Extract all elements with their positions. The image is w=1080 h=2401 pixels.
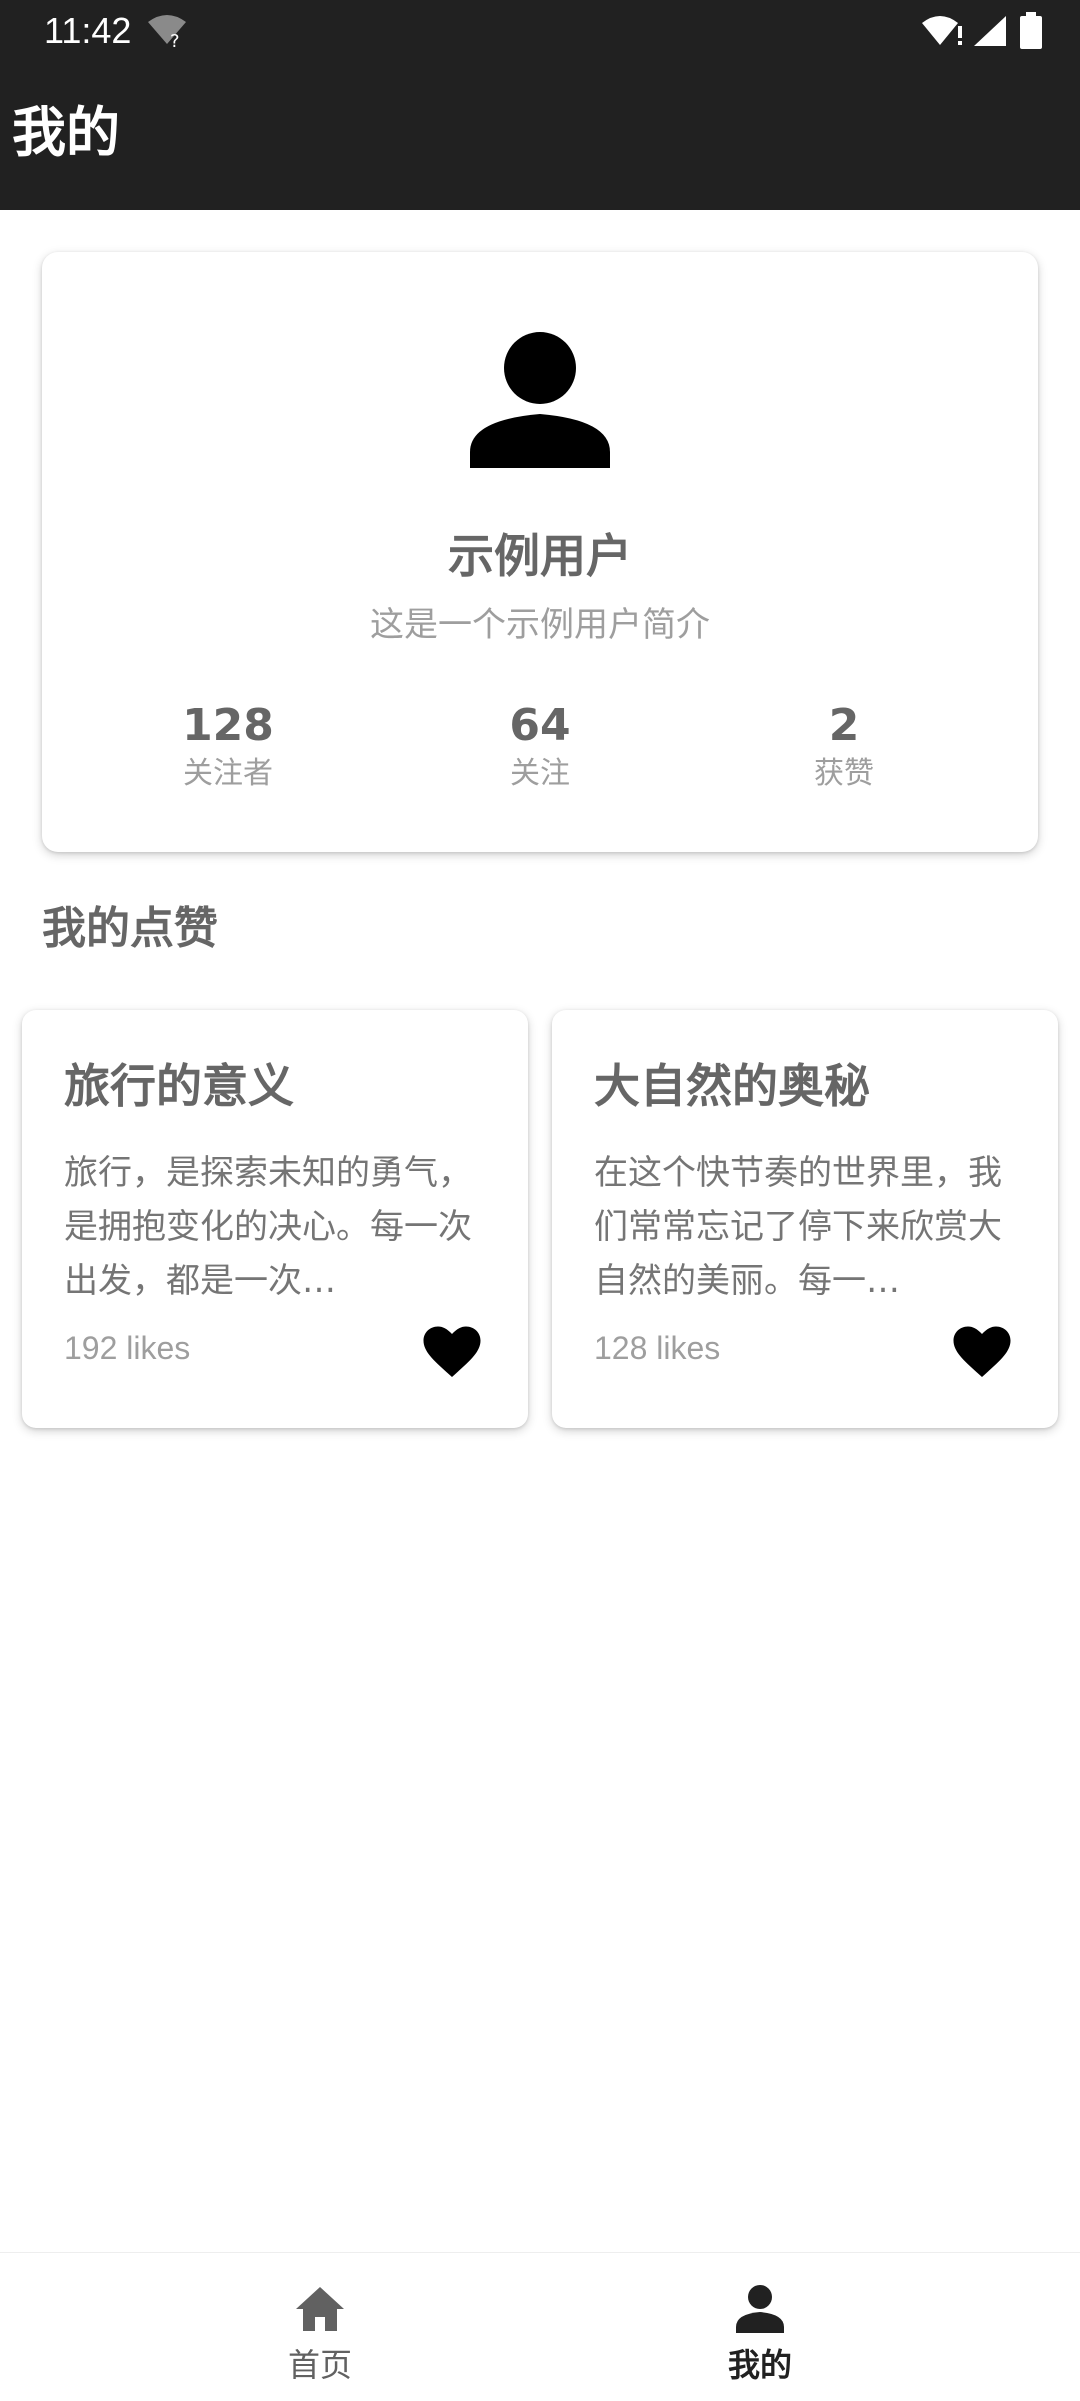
like-button[interactable] bbox=[420, 1320, 484, 1384]
heart-icon bbox=[953, 1326, 1011, 1377]
profile-stats: 128 关注者 64 关注 2 获赞 bbox=[42, 700, 1038, 810]
app-bar: 我的 bbox=[0, 62, 1080, 210]
stat-label: 关注者 bbox=[183, 756, 273, 791]
stat-label: 关注 bbox=[510, 756, 570, 791]
wifi-alert-icon bbox=[922, 16, 962, 45]
stat-value: 64 bbox=[509, 700, 571, 751]
status-time: 11:42 bbox=[44, 10, 132, 51]
stat-followers[interactable]: 128 关注者 bbox=[108, 700, 348, 794]
post-excerpt: 在这个快节奏的世界里，我们常常忘记了停下来欣赏大自然的美丽。每一… bbox=[594, 1153, 1002, 1301]
post-title: 大自然的奥秘 bbox=[594, 1059, 870, 1113]
stat-value: 2 bbox=[828, 700, 860, 751]
like-button[interactable] bbox=[950, 1320, 1014, 1384]
status-icons bbox=[920, 12, 1046, 50]
post-excerpt: 旅行，是探索未知的勇气，是拥抱变化的决心。每一次出发，都是一次… bbox=[64, 1153, 472, 1301]
battery-icon bbox=[1020, 12, 1042, 49]
status-bar: 11:42 ? bbox=[0, 0, 1080, 62]
home-icon bbox=[296, 2287, 344, 2331]
stat-likes-received[interactable]: 2 获赞 bbox=[724, 700, 964, 794]
heart-icon bbox=[423, 1326, 481, 1377]
svg-text:?: ? bbox=[170, 31, 180, 48]
liked-post-card[interactable]: 大自然的奥秘 在这个快节奏的世界里，我们常常忘记了停下来欣赏大自然的美丽。每一…… bbox=[552, 1010, 1058, 1428]
bottom-nav: 首页 我的 bbox=[0, 2252, 1080, 2400]
profile-bio: 这是一个示例用户简介 bbox=[370, 605, 710, 645]
avatar-person-icon bbox=[470, 332, 610, 468]
post-like-count: 128 likes bbox=[594, 1330, 721, 1366]
liked-section-title: 我的点赞 bbox=[42, 903, 218, 954]
post-like-count: 192 likes bbox=[64, 1330, 191, 1366]
nav-item-me[interactable]: 我的 bbox=[490, 2253, 1030, 2401]
profile-card: 示例用户 这是一个示例用户简介 128 关注者 64 关注 2 获赞 bbox=[42, 252, 1038, 852]
signal-icon bbox=[974, 16, 1006, 46]
person-icon bbox=[736, 2285, 784, 2333]
page-title: 我的 bbox=[12, 101, 120, 164]
wifi-unknown-icon: ? bbox=[148, 15, 186, 48]
profile-name: 示例用户 bbox=[448, 529, 632, 583]
stat-following[interactable]: 64 关注 bbox=[420, 700, 660, 794]
stat-value: 128 bbox=[182, 700, 274, 751]
nav-label-me: 我的 bbox=[727, 2346, 792, 2384]
stat-label: 获赞 bbox=[814, 756, 874, 791]
liked-post-card[interactable]: 旅行的意义 旅行，是探索未知的勇气，是拥抱变化的决心。每一次出发，都是一次… 1… bbox=[22, 1010, 528, 1428]
post-title: 旅行的意义 bbox=[64, 1059, 294, 1113]
